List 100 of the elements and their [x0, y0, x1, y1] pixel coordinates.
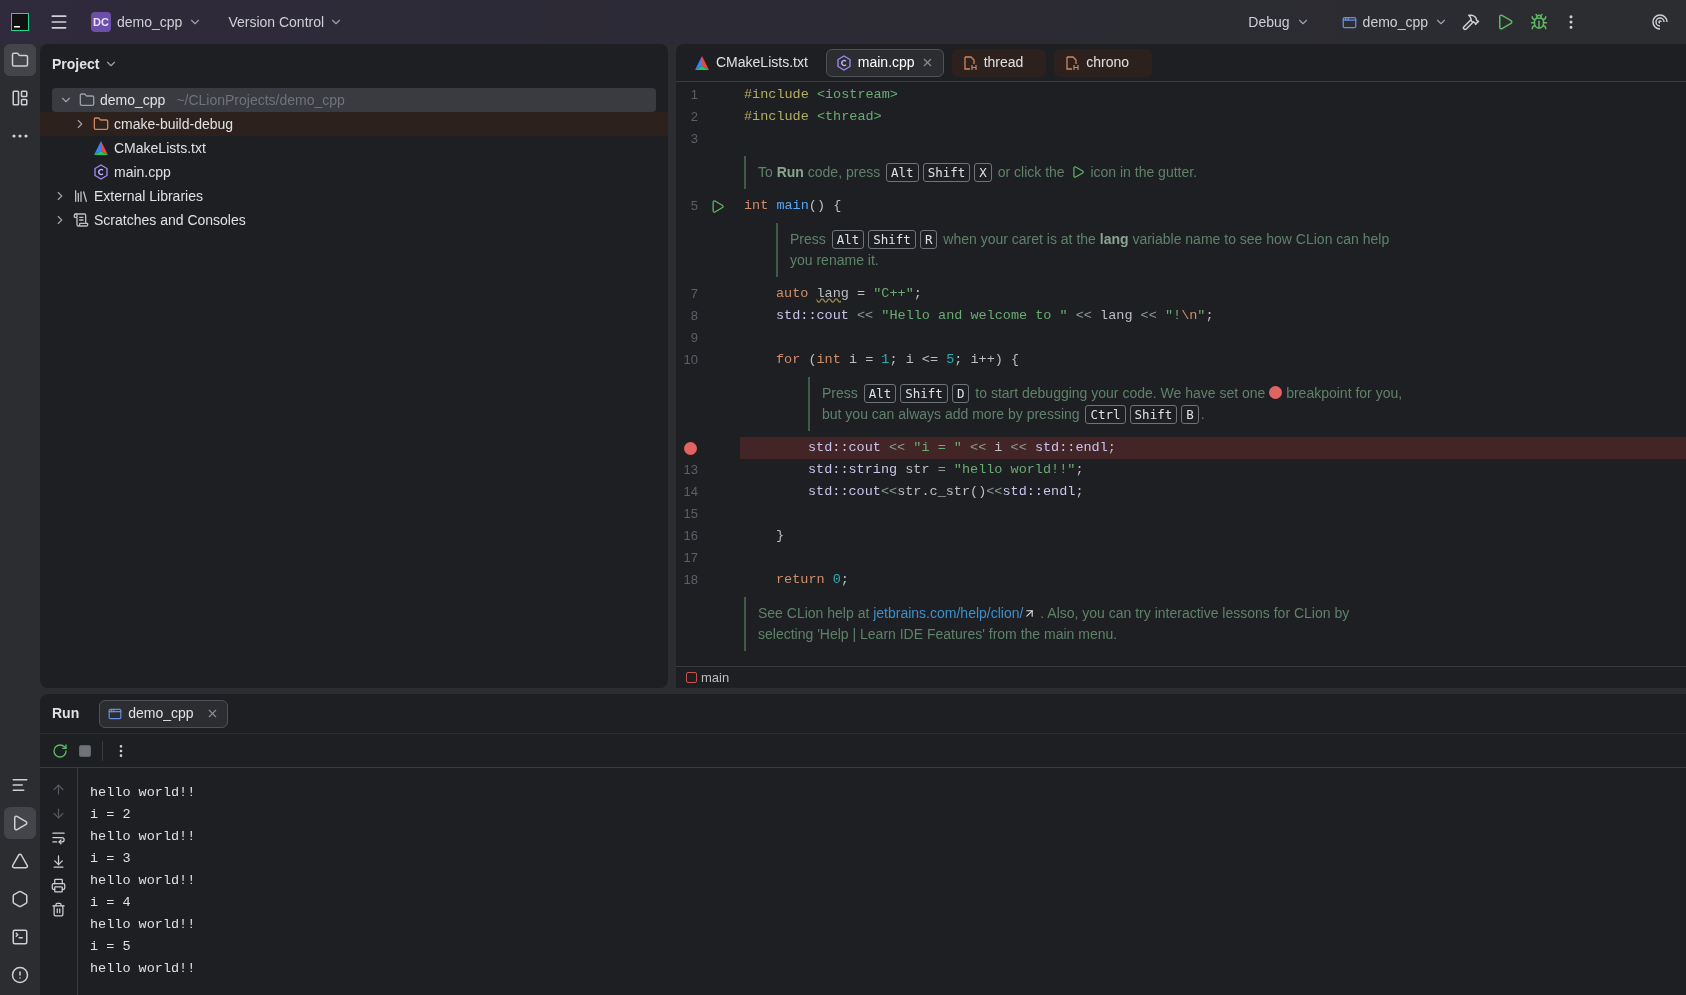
- spiral-icon[interactable]: [1650, 12, 1670, 32]
- line-number: 10: [682, 351, 698, 370]
- tree-item-label: CMakeLists.txt: [114, 138, 206, 158]
- stop-icon[interactable]: [78, 743, 92, 758]
- help-link[interactable]: jetbrains.com/help/clion/: [873, 605, 1037, 621]
- triangle-logo-icon: [93, 140, 109, 156]
- output-line: i = 5: [90, 938, 132, 956]
- window-icon: [108, 706, 123, 721]
- breadcrumb[interactable]: main: [701, 667, 730, 688]
- line-number: 18: [682, 571, 698, 590]
- tool-window-button[interactable]: [4, 807, 36, 839]
- code-line: std::cout << "i = " << i << std::endl;: [807, 438, 1116, 457]
- folder-icon: [93, 116, 109, 132]
- code-line: return 0;: [775, 570, 849, 589]
- wrap-icon[interactable]: [51, 830, 66, 845]
- line-number: 3: [689, 130, 698, 149]
- code-line: auto lang = "C++";: [775, 284, 922, 303]
- output-line: i = 4: [90, 894, 132, 912]
- run-config-selector[interactable]: demo_cpp: [1341, 11, 1448, 33]
- folder-icon: [11, 51, 29, 69]
- tree-item-label: External Libraries: [94, 186, 203, 206]
- key-cap: R: [919, 230, 938, 249]
- terminal-icon: [11, 928, 29, 946]
- run-icon[interactable]: [710, 198, 725, 214]
- key-cap: Shift: [868, 230, 916, 249]
- panel-title[interactable]: Project: [40, 44, 668, 84]
- run-tab[interactable]: demo_cpp: [99, 699, 228, 728]
- triangle-logo-icon: [694, 54, 710, 71]
- tree-item[interactable]: cmake-build-debug: [40, 112, 668, 136]
- hint-text: Press Alt Shift R when your caret is at the lang variable name to see how CLion can help you rename it.: [790, 229, 1390, 270]
- hammer-icon[interactable]: [1462, 13, 1480, 31]
- code-line: for (int i = 1; i <= 5; i++) {: [775, 350, 1020, 369]
- output-line: i = 2: [90, 806, 132, 824]
- cpp-file-icon: [835, 54, 852, 71]
- function-icon: [686, 672, 697, 683]
- key-cap: Shift: [1129, 405, 1178, 424]
- output-line: i = 3: [90, 850, 132, 868]
- output-line: hello world!!: [90, 828, 197, 846]
- run-icon[interactable]: [1496, 13, 1514, 31]
- key-cap: D: [951, 384, 970, 403]
- header-file-icon: [1064, 54, 1081, 71]
- structure-icon: [11, 89, 29, 107]
- print-icon[interactable]: [51, 878, 66, 893]
- key-cap: Shift: [922, 163, 971, 182]
- alert-icon: [11, 966, 29, 984]
- tool-window-button[interactable]: [4, 44, 36, 76]
- scroll-end-icon[interactable]: [51, 854, 66, 869]
- tree-item-label: cmake-build-debug: [114, 114, 234, 134]
- tree-item[interactable]: Scratches and Consoles: [40, 208, 668, 232]
- line-number: 13: [682, 461, 698, 480]
- code-line: }: [775, 526, 785, 545]
- key-cap: X: [974, 163, 992, 182]
- line-number: 9: [689, 329, 698, 348]
- line-number: 1: [689, 86, 698, 105]
- hint-text: See CLion help at jetbrains.com/help/clion/ . Also, you can try interactive lessons for CLion by selecting 'Help | Learn IDE Features' from the main menu.: [758, 604, 1351, 644]
- menu-icon[interactable]: [49, 12, 69, 32]
- line-number: 8: [689, 307, 698, 326]
- editor-tab[interactable]: main.cpp: [825, 48, 944, 77]
- output-line: hello world!!: [90, 872, 197, 890]
- project-selector[interactable]: DC demo_cpp: [91, 11, 203, 33]
- line-number: 2: [689, 108, 698, 127]
- tree-item-label: demo_cpp: [100, 90, 166, 110]
- key-cap: Alt: [886, 163, 919, 182]
- key-cap: B: [1181, 405, 1199, 424]
- scratches-icon: [73, 212, 89, 228]
- hint-text: To Run code, press Alt Shift X or click the icon in the gutter.: [758, 162, 1198, 183]
- tree-item[interactable]: CMakeLists.txt: [40, 136, 668, 160]
- line-number: 17: [682, 549, 698, 568]
- editor-tab[interactable]: chrono: [1054, 48, 1153, 77]
- tree-item[interactable]: main.cpp: [40, 160, 668, 184]
- tree-item-path: ~/CLionProjects/demo_cpp: [176, 90, 345, 110]
- run-icon: [1070, 165, 1085, 179]
- panel-title: Run: [52, 704, 80, 723]
- code-line: std::string str = "hello world!!";: [807, 460, 1084, 479]
- trash-icon[interactable]: [51, 902, 66, 917]
- app-logo-icon: [11, 13, 29, 31]
- tree-item[interactable]: demo_cpp ~/CLionProjects/demo_cpp: [52, 88, 656, 112]
- key-cap: Alt: [831, 230, 865, 249]
- build-mode-selector[interactable]: Debug: [1248, 11, 1310, 33]
- run-icon: [11, 814, 29, 832]
- key-cap: Shift: [900, 384, 948, 403]
- module-folder-icon: [79, 92, 95, 108]
- library-icon: [73, 188, 89, 204]
- rerun-icon[interactable]: [52, 742, 68, 759]
- editor-tab[interactable]: thread: [951, 48, 1047, 77]
- code-line: #include <iostream>: [743, 85, 898, 104]
- cpp-file-icon: [93, 164, 109, 180]
- code-line: int main() {: [743, 196, 842, 215]
- code-line: #include <thread>: [743, 107, 882, 126]
- bug-icon[interactable]: [1530, 13, 1548, 31]
- editor-tab[interactable]: CMakeLists.txt: [684, 48, 818, 77]
- vcs-selector[interactable]: Version Control: [228, 11, 344, 33]
- line-number: 15: [682, 505, 698, 524]
- window-icon: [1341, 14, 1357, 30]
- tree-item-label: Scratches and Consoles: [94, 210, 246, 230]
- line-number: 16: [682, 527, 698, 546]
- output-line: hello world!!: [90, 960, 197, 978]
- tree-item[interactable]: External Libraries: [40, 184, 668, 208]
- line-number: 14: [682, 483, 698, 502]
- key-cap: Alt: [863, 384, 897, 403]
